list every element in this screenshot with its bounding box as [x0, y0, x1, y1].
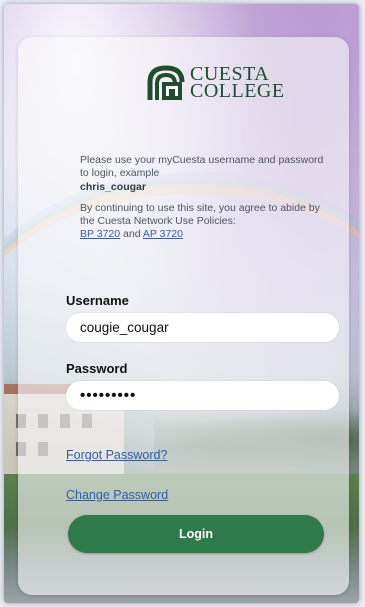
login-card: CUESTA COLLEGE Please use your myCuesta …	[18, 37, 349, 595]
cuesta-logo-icon	[147, 65, 185, 100]
cuesta-college-logo: CUESTA COLLEGE	[146, 62, 284, 106]
username-label: Username	[66, 293, 129, 308]
and-text: and	[120, 228, 143, 240]
policy-notice-text: By continuing to use this site, you agre…	[80, 202, 320, 227]
intro-text: Please use your myCuesta username and pa…	[80, 154, 324, 179]
policy-link-bp3720[interactable]: BP 3720	[80, 228, 120, 240]
password-masked-value: •••••••••	[80, 387, 137, 404]
logo-wordmark: CUESTA COLLEGE	[190, 64, 285, 102]
password-label: Password	[66, 361, 128, 376]
login-instructions: Please use your myCuesta username and pa…	[80, 154, 325, 241]
login-screen: CUESTA COLLEGE Please use your myCuesta …	[4, 4, 359, 603]
policy-notice: By continuing to use this site, you agre…	[80, 202, 325, 241]
forgot-password-link[interactable]: Forgot Password?	[66, 448, 167, 462]
policy-link-ap3720[interactable]: AP 3720	[143, 228, 183, 240]
example-username: chris_cougar	[80, 181, 146, 193]
login-button[interactable]: Login	[68, 515, 324, 553]
change-password-link[interactable]: Change Password	[66, 488, 168, 502]
username-input[interactable]	[66, 313, 339, 342]
logo-line-2: COLLEGE	[190, 80, 285, 102]
password-input[interactable]: •••••••••	[66, 381, 339, 410]
